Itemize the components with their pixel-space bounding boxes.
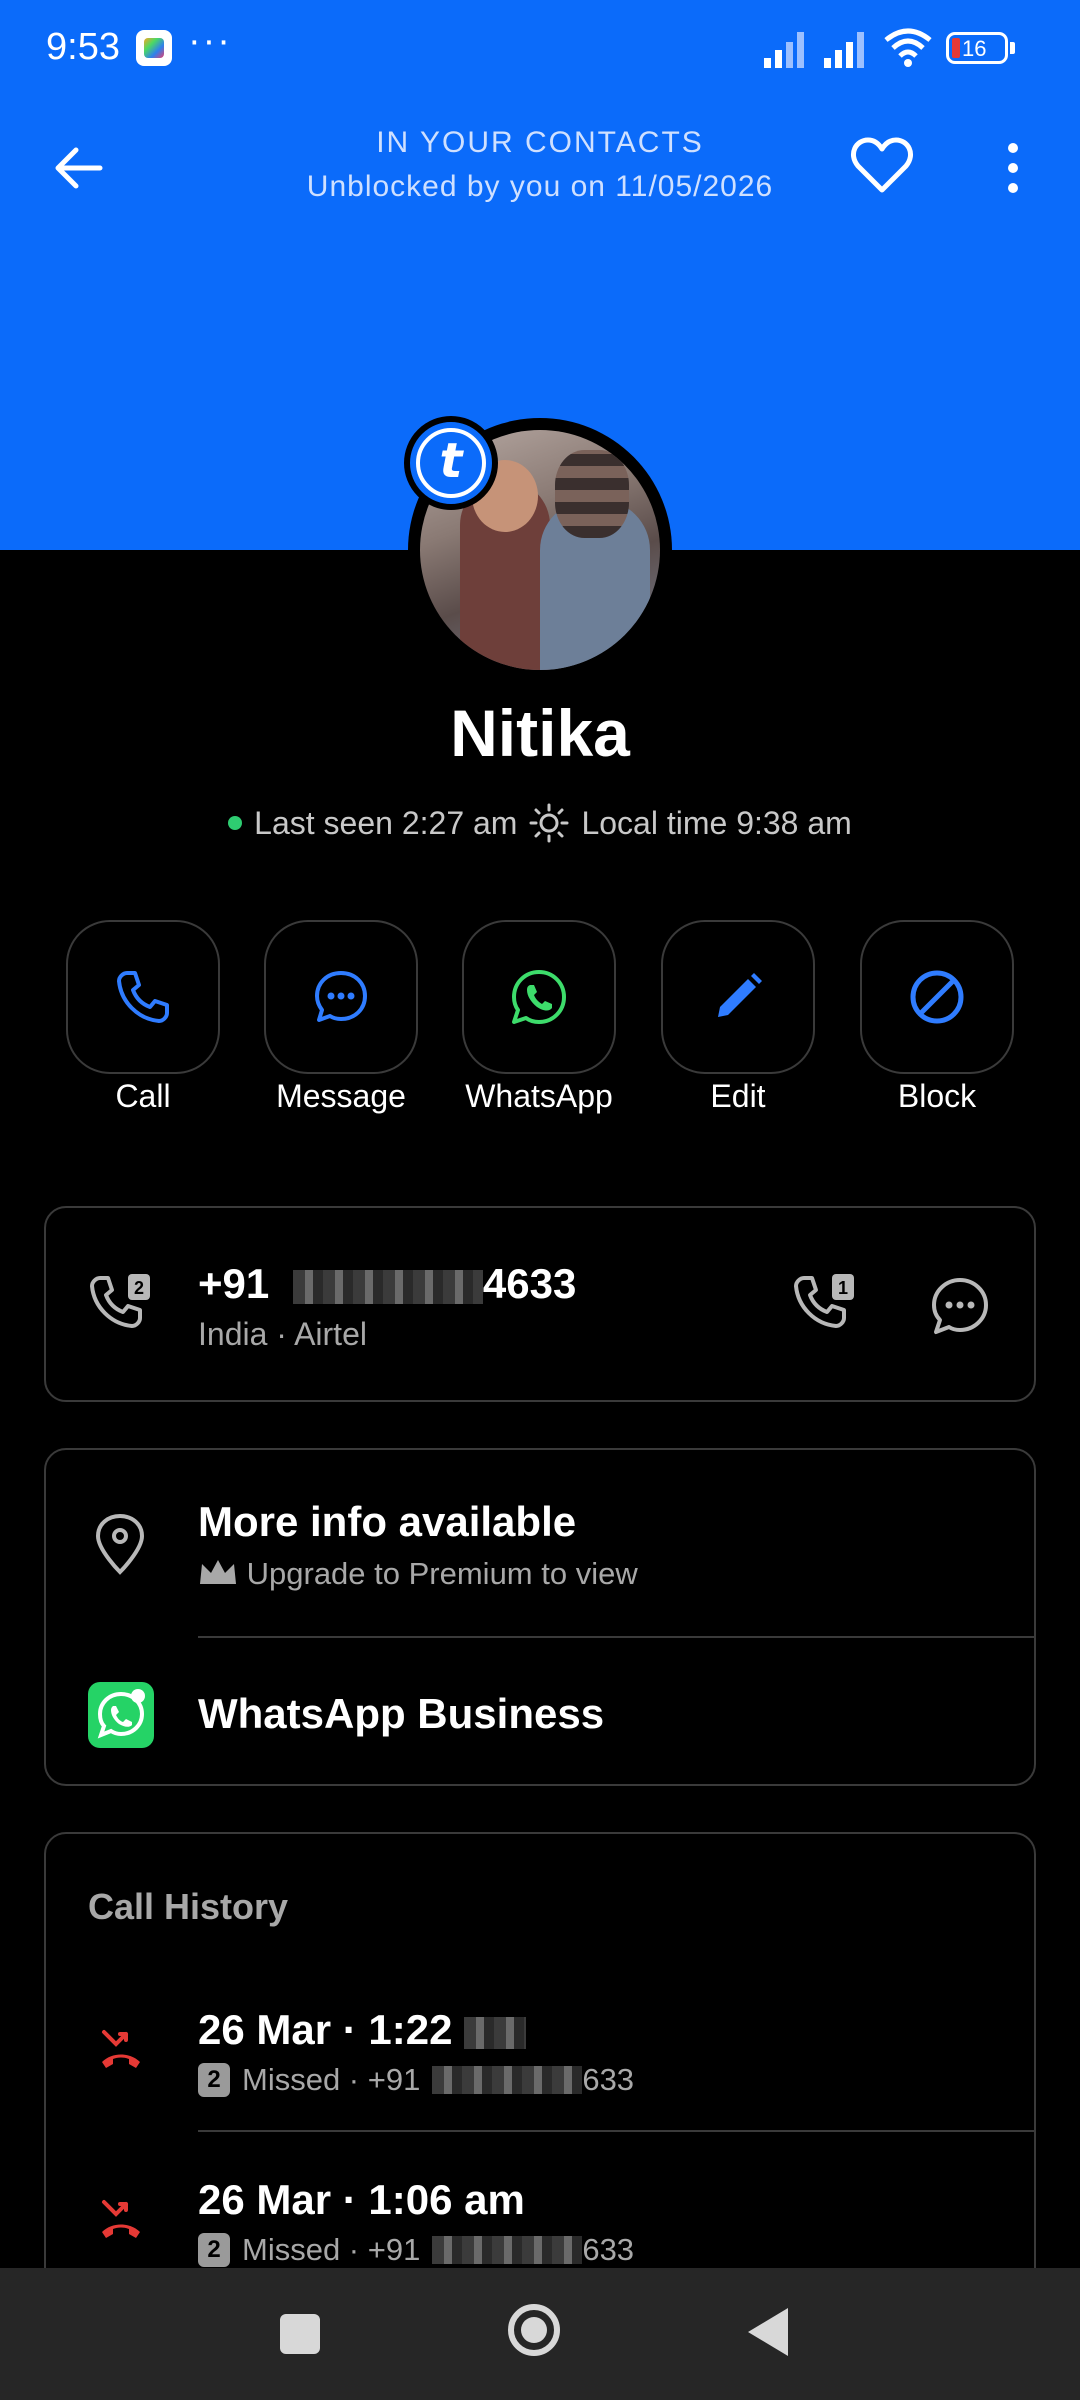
- edit-label: Edit: [710, 1078, 766, 1114]
- message-icon: [315, 971, 367, 1022]
- whatsapp-business-label[interactable]: WhatsApp Business: [198, 1690, 604, 1738]
- call-entry-detail: 2 Missed · +91 633: [198, 2232, 634, 2268]
- phone-icon: [117, 971, 169, 1023]
- signal-icon: [824, 32, 864, 68]
- sun-icon: [529, 803, 569, 843]
- wifi-icon: [884, 28, 932, 67]
- block-label: Block: [897, 1078, 977, 1114]
- favorite-heart-icon[interactable]: [850, 136, 914, 196]
- last-seen-text: Last seen 2:27 am: [254, 804, 518, 841]
- whatsapp-button[interactable]: [462, 920, 616, 1074]
- sms-icon[interactable]: [928, 1274, 992, 1338]
- more-info-title[interactable]: More info available: [198, 1498, 576, 1546]
- recents-button[interactable]: [280, 2314, 320, 2354]
- sim-1-call-icon[interactable]: 1: [792, 1270, 860, 1338]
- missed-call-icon: [102, 2030, 140, 2068]
- location-pin-icon: [95, 1513, 145, 1575]
- call-entry-date[interactable]: 26 Mar · 1:22: [198, 2006, 527, 2054]
- premium-upsell[interactable]: Upgrade to Premium to view: [198, 1556, 638, 1592]
- edit-button[interactable]: [661, 920, 815, 1074]
- phone-number: +91 4633: [198, 1260, 576, 1308]
- svg-text:2: 2: [134, 1278, 144, 1298]
- message-button[interactable]: [264, 920, 418, 1074]
- back-button[interactable]: [748, 2308, 788, 2356]
- battery-icon: 16: [946, 32, 1008, 64]
- divider: [198, 1636, 1036, 1638]
- block-button[interactable]: [860, 920, 1014, 1074]
- whatsapp-icon: [512, 970, 566, 1024]
- presence-row: Last seen 2:27 am Local time 9:38 am: [0, 800, 1080, 846]
- pencil-icon: [718, 973, 762, 1017]
- phone-suffix: 4633: [482, 1260, 577, 1307]
- phone-prefix: +91: [198, 1260, 270, 1307]
- premium-upsell-text: Upgrade to Premium to view: [246, 1556, 638, 1591]
- whatsapp-business-logo-icon: [88, 1682, 154, 1748]
- redacted-digits: [292, 1269, 483, 1304]
- call-entry-date[interactable]: 26 Mar · 1:06 am: [198, 2176, 525, 2224]
- more-notifications-icon: ···: [188, 20, 232, 62]
- app-notification-icon: [136, 30, 172, 66]
- svg-text:1: 1: [838, 1278, 848, 1298]
- call-entry-detail: 2 Missed · +91 633: [198, 2062, 634, 2098]
- signal-icon: [764, 32, 804, 68]
- online-status-dot: [228, 816, 243, 830]
- redacted-digits: [432, 2236, 583, 2264]
- more-options-icon[interactable]: [996, 140, 1030, 196]
- battery-cap: [1010, 42, 1015, 54]
- sim-2-call-icon[interactable]: 2: [88, 1270, 156, 1338]
- missed-call-icon: [102, 2200, 140, 2238]
- message-label: Message: [276, 1078, 406, 1114]
- redacted-digits: [432, 2066, 583, 2094]
- sim-2-icon: 2: [198, 2063, 230, 2097]
- home-button[interactable]: [508, 2304, 560, 2356]
- call-label: Call: [115, 1078, 171, 1114]
- status-time: 9:53: [46, 26, 120, 68]
- sim-2-icon: 2: [198, 2233, 230, 2267]
- unblocked-label: Unblocked by you on 11/05/2026: [306, 170, 774, 203]
- battery-level: 16: [962, 36, 987, 61]
- in-contacts-label: IN YOUR CONTACTS: [376, 126, 704, 159]
- local-time-text: Local time 9:38 am: [581, 804, 852, 841]
- block-icon: [910, 970, 964, 1024]
- truecaller-badge-icon: t: [404, 416, 498, 510]
- call-button[interactable]: [66, 920, 220, 1074]
- divider: [198, 2130, 1036, 2132]
- carrier-text: India · Airtel: [198, 1316, 367, 1352]
- whatsapp-label: WhatsApp: [465, 1078, 613, 1114]
- redacted-digits: [464, 2016, 527, 2049]
- crown-icon: [200, 1560, 236, 1584]
- call-history-title: Call History: [88, 1886, 289, 1927]
- contact-name: Nitika: [450, 696, 630, 770]
